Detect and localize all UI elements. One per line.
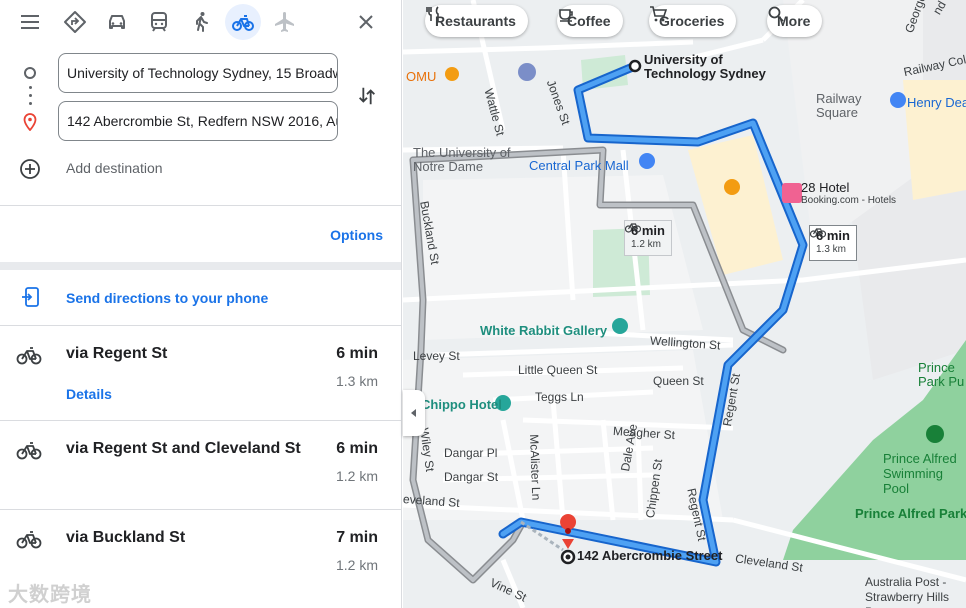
bicycle-icon bbox=[16, 531, 42, 549]
place-prince-alfred-park[interactable]: Prince Alfred Park bbox=[855, 506, 966, 521]
origin-dot-icon bbox=[24, 67, 36, 79]
menu-icon[interactable] bbox=[12, 4, 48, 40]
place-hotel-sub: Booking.com - Hotels bbox=[801, 195, 897, 206]
cart-icon bbox=[650, 6, 667, 22]
route-option[interactable]: via Regent St and Cleveland St 6 min 1.2… bbox=[0, 421, 401, 510]
travel-mode-bar bbox=[0, 0, 401, 44]
street-queen: Queen St bbox=[653, 374, 704, 388]
collapse-panel-button[interactable] bbox=[403, 390, 425, 436]
tooltip-distance: 1.3 km bbox=[816, 244, 847, 255]
chip-more[interactable]: More bbox=[767, 5, 823, 37]
street-teggs: Teggs Ln bbox=[535, 390, 584, 404]
bicycle-icon bbox=[625, 223, 641, 233]
place-railway-square[interactable]: Railway Square bbox=[816, 92, 876, 120]
caret-left-icon bbox=[411, 409, 416, 417]
place-notre-dame[interactable]: The University of Notre Dame bbox=[413, 146, 523, 174]
chip-label: Restaurants bbox=[435, 13, 516, 29]
send-directions-row[interactable]: Send directions to your phone bbox=[0, 276, 401, 324]
route-option[interactable]: via Regent St 6 min 1.3 km Details bbox=[0, 326, 401, 421]
flight-icon[interactable] bbox=[267, 4, 303, 40]
bicycle-icon[interactable] bbox=[225, 4, 261, 40]
options-button[interactable]: Options bbox=[330, 227, 383, 243]
close-icon[interactable] bbox=[348, 4, 384, 40]
add-circle-icon bbox=[20, 159, 40, 179]
place-hotel-name[interactable]: 28 Hotel bbox=[801, 180, 849, 195]
search-icon bbox=[768, 6, 784, 22]
place-prince-park-pu[interactable]: Prince Park Pu bbox=[918, 361, 966, 389]
directions-panel: University of Technology Sydney, 15 Broa… bbox=[0, 0, 402, 608]
route-name: via Regent St and Cleveland St bbox=[66, 440, 301, 457]
swap-icon[interactable] bbox=[354, 83, 380, 109]
add-destination-label: Add destination bbox=[66, 160, 163, 176]
phone-send-icon bbox=[22, 287, 39, 307]
street-levey: Levey St bbox=[413, 349, 460, 363]
destination-input[interactable]: 142 Abercrombie St, Redfern NSW 2016, Au… bbox=[58, 101, 338, 141]
bicycle-icon bbox=[16, 347, 42, 365]
route-details-link[interactable]: Details bbox=[66, 386, 112, 402]
street-dangar-st: Dangar St bbox=[444, 470, 499, 484]
route-distance: 1.2 km bbox=[335, 557, 378, 573]
place-australia-post[interactable]: Australia Post - Strawberry Hills Post..… bbox=[865, 575, 966, 608]
street-mcalister: McAlister Ln bbox=[527, 434, 544, 501]
send-directions-label: Send directions to your phone bbox=[66, 290, 269, 306]
route-time: 6 min bbox=[336, 345, 378, 362]
origin-label[interactable]: University of Technology Sydney bbox=[644, 53, 774, 81]
route-name: via Regent St bbox=[66, 345, 168, 362]
route-distance: 1.3 km bbox=[335, 373, 378, 389]
place-henry-deane[interactable]: Henry Dea bbox=[907, 95, 966, 110]
bicycle-icon bbox=[810, 228, 826, 238]
car-icon[interactable] bbox=[99, 4, 135, 40]
bicycle-icon bbox=[16, 442, 42, 460]
chip-label: Groceries bbox=[659, 13, 725, 29]
chip-groceries[interactable]: Groceries bbox=[649, 5, 737, 37]
map-canvas[interactable]: Restaurants Coffee Groceries More 6 min … bbox=[403, 0, 966, 608]
place-central-park-mall[interactable]: Central Park Mall bbox=[529, 158, 629, 173]
route-time: 6 min bbox=[336, 440, 378, 457]
route-name: via Buckland St bbox=[66, 529, 186, 546]
destination-pin-icon bbox=[23, 113, 37, 131]
street-dangar-pl: Dangar Pl bbox=[444, 446, 498, 460]
route-tooltip-main[interactable]: 6 min 1.3 km bbox=[809, 225, 857, 261]
chip-restaurants[interactable]: Restaurants bbox=[425, 5, 528, 37]
destination-label[interactable]: 142 Abercrombie Street bbox=[577, 549, 722, 563]
watermark: 大数跨境 bbox=[8, 584, 92, 606]
divider bbox=[0, 205, 401, 206]
best-route-icon[interactable] bbox=[57, 4, 93, 40]
place-omu[interactable]: OMU bbox=[406, 69, 436, 84]
place-prince-alfred-pool[interactable]: Prince Alfred Swimming Pool bbox=[883, 451, 966, 496]
route-distance: 1.2 km bbox=[335, 468, 378, 484]
place-white-rabbit[interactable]: White Rabbit Gallery bbox=[480, 323, 607, 338]
fork-knife-icon bbox=[426, 6, 439, 21]
transit-icon[interactable] bbox=[141, 4, 177, 40]
street-little-queen: Little Queen St bbox=[518, 363, 598, 377]
place-chippo[interactable]: Chippo Hotel bbox=[421, 397, 502, 412]
add-destination[interactable]: Add destination bbox=[0, 156, 401, 184]
route-tooltip-alt[interactable]: 6 min 1.2 km bbox=[624, 220, 672, 256]
walk-icon[interactable] bbox=[183, 4, 219, 40]
tooltip-distance: 1.2 km bbox=[631, 239, 662, 250]
chip-coffee[interactable]: Coffee bbox=[557, 5, 623, 37]
coffee-icon bbox=[559, 9, 573, 22]
section-divider bbox=[0, 262, 401, 270]
origin-input[interactable]: University of Technology Sydney, 15 Broa… bbox=[58, 53, 338, 93]
route-time: 7 min bbox=[336, 529, 378, 546]
route-connector bbox=[29, 86, 32, 108]
